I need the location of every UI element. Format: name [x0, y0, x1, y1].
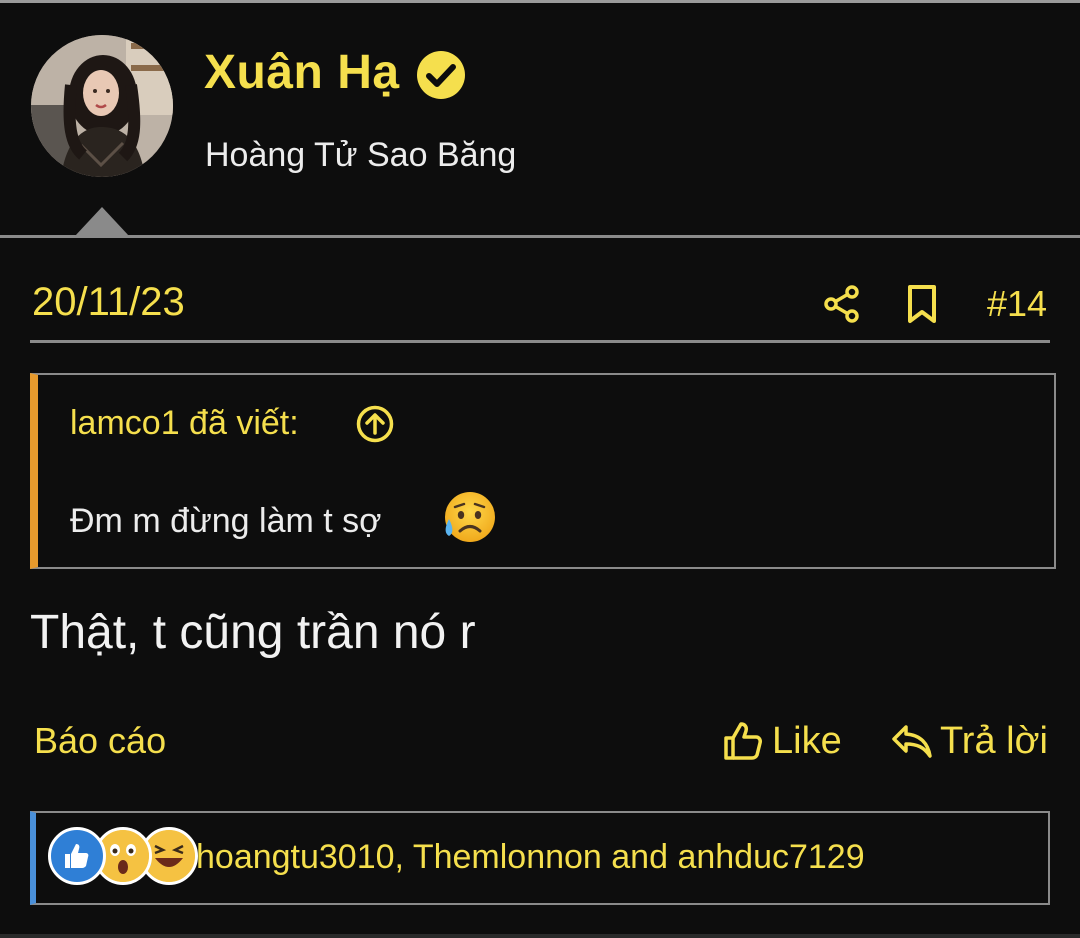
report-link[interactable]: Báo cáo [34, 718, 166, 764]
post-body: Thật, t cũng trần nó r [30, 606, 476, 659]
header-pointer [75, 207, 129, 236]
reply-label: Trả lời [940, 720, 1048, 762]
bookmark-icon[interactable] [904, 284, 940, 324]
meta-divider [30, 340, 1050, 343]
bottom-line [0, 934, 1080, 938]
reaction-users[interactable]: hoangtu3010, Themlonnon and anhduc7129 [196, 835, 865, 879]
reply-button[interactable]: Trả lời [890, 716, 1048, 766]
reaction-icons[interactable] [48, 827, 198, 889]
quote-author[interactable]: lamco1 đã viết: [70, 401, 299, 445]
post-number[interactable]: #14 [987, 282, 1047, 326]
quote-text: Đm m đừng làm t sợ [70, 502, 382, 540]
share-icon[interactable] [822, 284, 862, 324]
like-label: Like [772, 720, 842, 762]
post-page: Xuân Hạ Hoàng Tử Sao Băng 20/11/23 #14 l… [0, 0, 1080, 938]
like-button[interactable]: Like [722, 716, 842, 766]
user-name[interactable]: Xuân Hạ [204, 43, 400, 103]
avatar-image [31, 35, 173, 177]
post-author-header: Xuân Hạ Hoàng Tử Sao Băng [0, 3, 1080, 235]
post-date[interactable]: 20/11/23 [32, 278, 185, 326]
quote-block: lamco1 đã viết: Đm m đừng làm t sợ [30, 373, 1056, 569]
verified-icon [417, 51, 465, 99]
user-title: Hoàng Tử Sao Băng [205, 136, 517, 174]
arrow-circle-up-icon[interactable] [356, 405, 394, 443]
sad-sweat-emoji-icon [445, 492, 495, 542]
header-divider [0, 235, 1080, 238]
like-reaction-icon [48, 827, 106, 885]
reactions-bar: hoangtu3010, Themlonnon and anhduc7129 [30, 811, 1050, 905]
thumbs-up-icon [724, 722, 762, 760]
reply-arrow-icon [892, 725, 932, 758]
avatar[interactable] [31, 35, 173, 177]
